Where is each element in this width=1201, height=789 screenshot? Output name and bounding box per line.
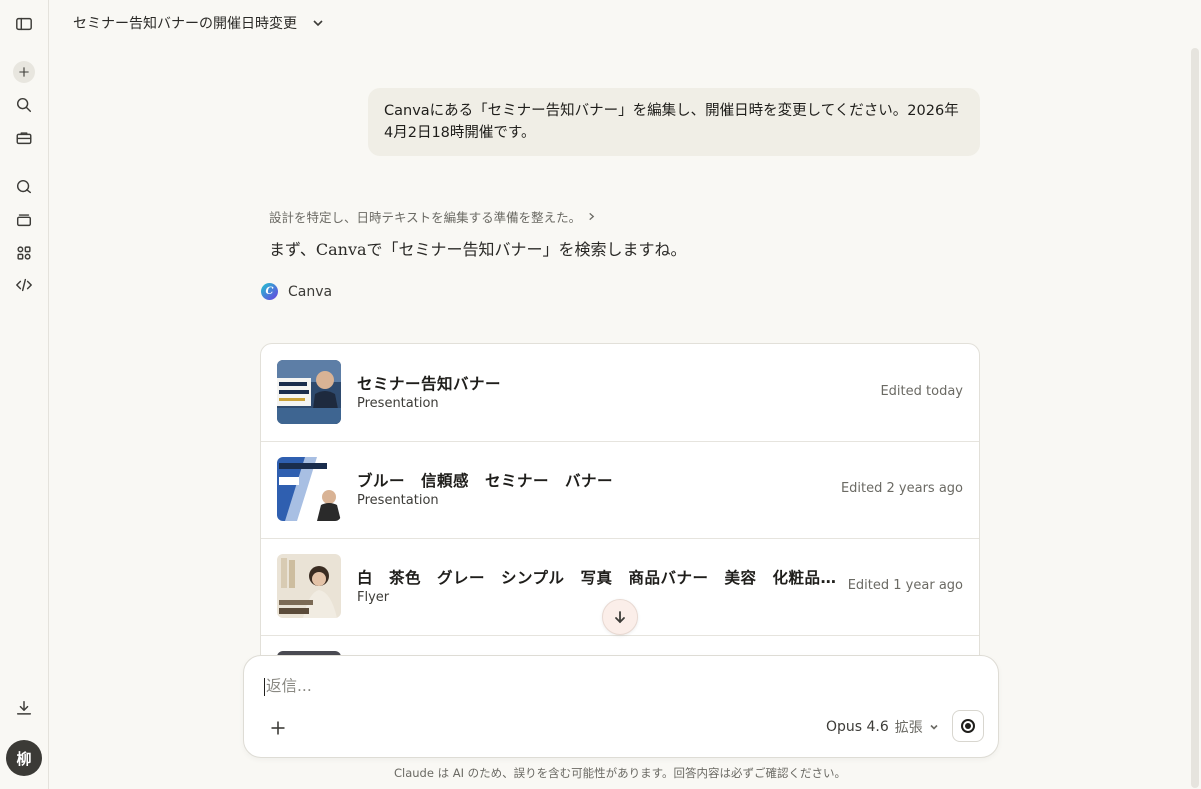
tool-call-canva[interactable]: C Canva bbox=[261, 283, 332, 300]
design-thumbnail bbox=[277, 457, 341, 521]
reply-input[interactable] bbox=[264, 676, 968, 696]
projects-icon[interactable] bbox=[12, 208, 36, 232]
model-mode: 拡張 bbox=[894, 720, 923, 736]
scrollbar[interactable] bbox=[1191, 48, 1199, 788]
design-edited-time: Edited 1 year ago bbox=[847, 578, 963, 593]
design-edited-time: Edited today bbox=[880, 384, 963, 399]
text-caret bbox=[264, 678, 265, 696]
disclaimer: Claude は AI のため、誤りを含む可能性があります。回答内容は必ずご確認… bbox=[393, 766, 846, 780]
voice-mode-button[interactable] bbox=[952, 710, 984, 742]
search-icon[interactable] bbox=[12, 93, 36, 117]
list-item[interactable]: セミナー告知バナー Presentation Edited today bbox=[261, 344, 979, 442]
design-type: Presentation bbox=[357, 396, 439, 411]
list-item[interactable]: ブルー 信頼感 セミナー バナー Presentation Edited 2 y… bbox=[261, 441, 979, 539]
canva-logo-icon: C bbox=[261, 283, 278, 300]
composer: Opus 4.6 拡張 bbox=[243, 655, 999, 758]
chevron-down-icon bbox=[313, 20, 323, 27]
model-name: Opus 4.6 bbox=[826, 719, 889, 735]
design-type: Flyer bbox=[357, 590, 390, 605]
assistant-message: まず、Canvaで「セミナー告知バナー」を検索しますね。 bbox=[269, 240, 687, 259]
code-icon[interactable] bbox=[12, 273, 36, 297]
thinking-summary[interactable]: 設計を特定し、日時テキストを編集する準備を整えた。 bbox=[269, 207, 596, 226]
sidebar: 柳 bbox=[0, 0, 49, 789]
design-type: Presentation bbox=[357, 493, 439, 508]
page-title: セミナー告知バナーの開催日時変更 bbox=[73, 16, 297, 32]
conversation-title-button[interactable]: セミナー告知バナーの開催日時変更 bbox=[73, 13, 325, 33]
design-title: ブルー 信頼感 セミナー バナー bbox=[357, 472, 614, 490]
design-thumbnail bbox=[277, 554, 341, 618]
download-icon[interactable] bbox=[12, 696, 36, 720]
thinking-summary-text: 設計を特定し、日時テキストを編集する準備を整えた。 bbox=[269, 210, 582, 225]
user-message: Canvaにある「セミナー告知バナー」を編集し、開催日時を変更してください。20… bbox=[368, 88, 980, 156]
model-selector[interactable]: Opus 4.6 拡張 bbox=[826, 717, 939, 737]
chats-icon[interactable] bbox=[12, 175, 36, 199]
tool-name: Canva bbox=[288, 283, 333, 300]
toolbox-icon[interactable] bbox=[12, 126, 36, 150]
sidebar-toggle-icon[interactable] bbox=[12, 12, 36, 36]
chevron-right-icon bbox=[589, 212, 595, 221]
add-attachment-button[interactable] bbox=[266, 716, 290, 740]
chevron-down-icon bbox=[930, 724, 938, 730]
plus-icon bbox=[271, 721, 285, 735]
artifacts-icon[interactable] bbox=[12, 241, 36, 265]
design-title: セミナー告知バナー bbox=[357, 375, 502, 393]
design-thumbnail bbox=[277, 360, 341, 424]
design-title: 白 茶色 グレー シンプル 写真 商品バナー 美容 化粧品... bbox=[357, 569, 837, 587]
new-chat-icon[interactable] bbox=[13, 61, 35, 83]
arrow-down-icon bbox=[615, 611, 625, 624]
voice-icon bbox=[961, 719, 975, 733]
scroll-down-button[interactable] bbox=[602, 599, 638, 635]
design-edited-time: Edited 2 years ago bbox=[840, 481, 963, 496]
